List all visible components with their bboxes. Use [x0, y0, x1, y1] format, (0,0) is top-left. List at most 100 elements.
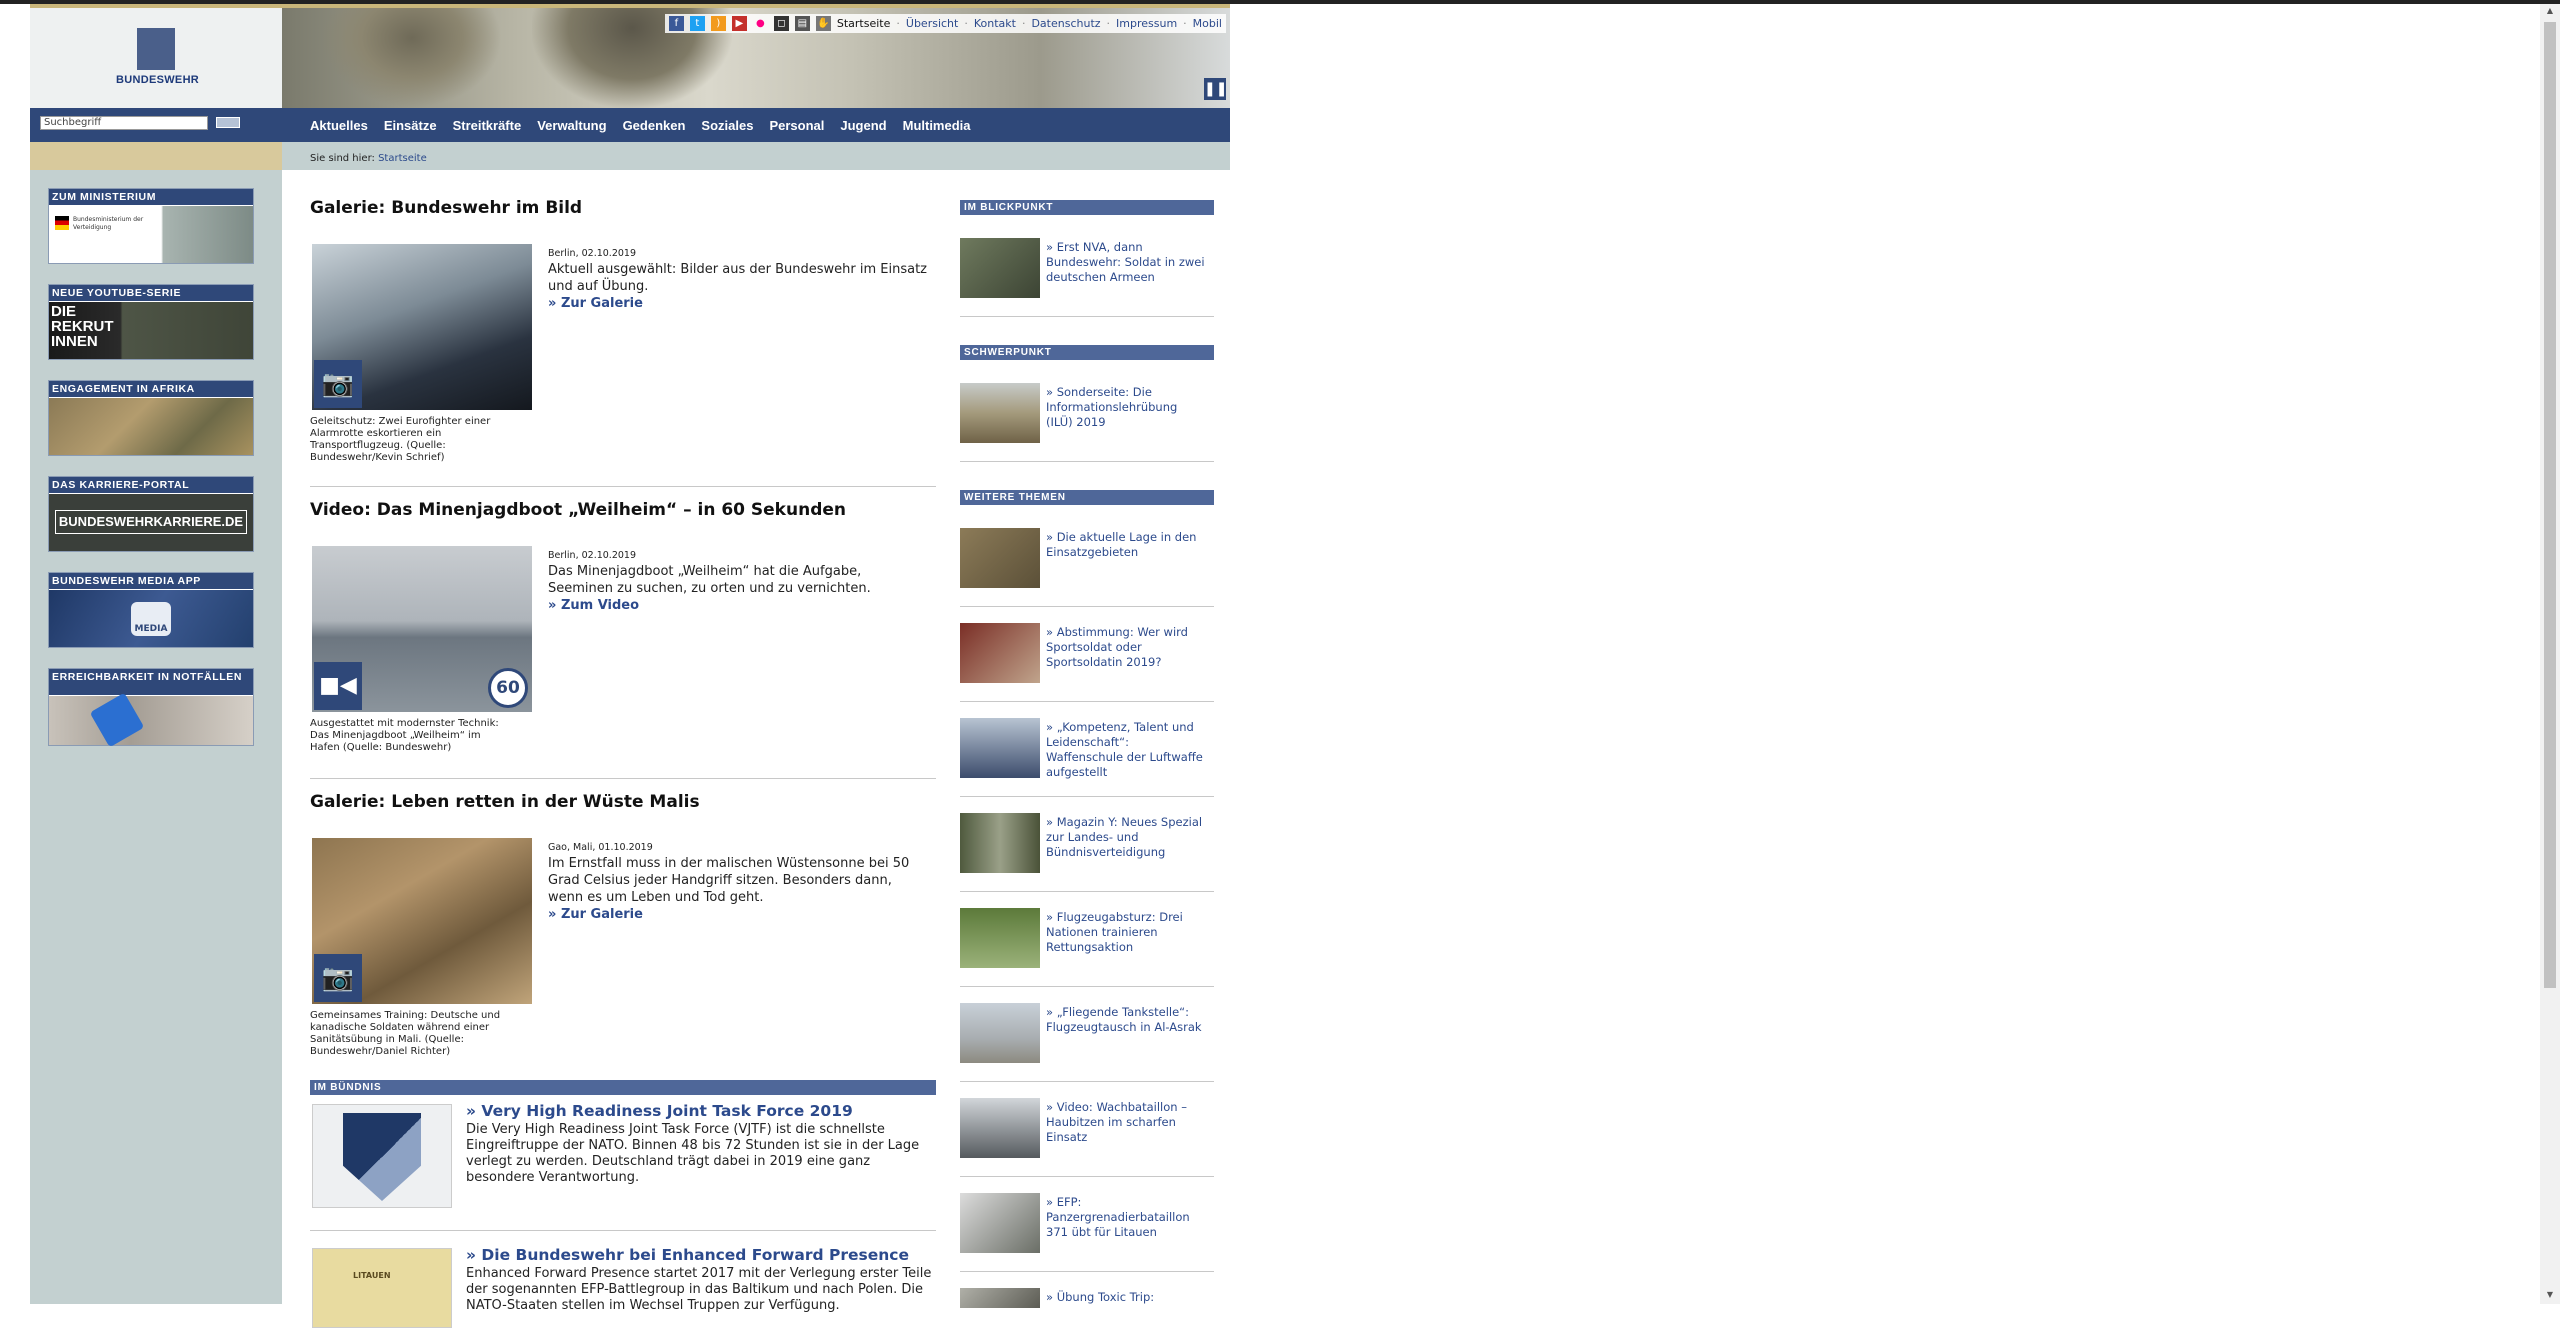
- menu-item-streitkraefte[interactable]: Streitkräfte: [453, 118, 522, 133]
- promo-image: MEDIA: [49, 590, 253, 647]
- article-more-link[interactable]: » Zur Galerie: [548, 296, 928, 311]
- promo-youtube-serie[interactable]: NEUE YOUTUBE-SERIE DIE REKRUT INNEN: [48, 284, 254, 360]
- article-teaser: Das Minenjagdboot „Weilheim“ hat die Auf…: [548, 564, 871, 596]
- menu-item-verwaltung[interactable]: Verwaltung: [537, 118, 606, 133]
- article-image[interactable]: 📷: [312, 838, 532, 1004]
- article-title[interactable]: Galerie: Bundeswehr im Bild: [310, 198, 936, 218]
- promo-erreichbarkeit[interactable]: ERREICHBARKEIT IN NOTFÄLLEN: [48, 668, 254, 748]
- section-header-blickpunkt: IM BLICKPUNKT: [960, 200, 1214, 215]
- sidebar-link[interactable]: » Abstimmung: Wer wird Sportsoldat oder …: [1046, 625, 1206, 670]
- menu-item-einsaetze[interactable]: Einsätze: [384, 118, 437, 133]
- sidebar-link[interactable]: » „Fliegende Tankstelle“: Flugzeugtausch…: [1046, 1005, 1206, 1035]
- sidebar-thumb[interactable]: [960, 908, 1040, 968]
- menu-item-multimedia[interactable]: Multimedia: [903, 118, 971, 133]
- sidebar-link[interactable]: » Magazin Y: Neues Spezial zur Landes- u…: [1046, 815, 1206, 860]
- article-image[interactable]: 📷: [312, 244, 532, 410]
- article-video-minenjagdboot: Video: Das Minenjagdboot „Weilheim“ – in…: [310, 500, 936, 753]
- sidebar-link[interactable]: » Übung Toxic Trip:: [1046, 1290, 1206, 1305]
- article-more-link[interactable]: » Zum Video: [548, 598, 928, 613]
- topnav-link-kontakt[interactable]: Kontakt: [974, 17, 1016, 30]
- divider: [960, 1081, 1214, 1082]
- sidebar-link[interactable]: » EFP: Panzergrenadierbataillon 371 übt …: [1046, 1195, 1206, 1240]
- sidebar-thumb[interactable]: [960, 623, 1040, 683]
- search-button[interactable]: [216, 117, 240, 128]
- buendnis-title[interactable]: » Very High Readiness Joint Task Force 2…: [466, 1102, 853, 1120]
- promo-header: ENGAGEMENT IN AFRIKA: [49, 381, 253, 397]
- buendnis-body: Die Very High Readiness Joint Task Force…: [466, 1122, 920, 1185]
- promo-media-app[interactable]: BUNDESWEHR MEDIA APP MEDIA: [48, 572, 254, 648]
- menu-item-soziales[interactable]: Soziales: [701, 118, 753, 133]
- nato-thumbnail[interactable]: [312, 1104, 452, 1208]
- topnav-link-mobil[interactable]: Mobil: [1193, 17, 1222, 30]
- top-utility-nav: f t ) ▶ ● ◻ ▤ ✋ Startseite · Übersicht ·…: [664, 14, 1226, 33]
- sidebar-thumb[interactable]: [960, 1098, 1040, 1158]
- youtube-icon[interactable]: ▶: [731, 16, 747, 31]
- phone-icon: [89, 692, 145, 748]
- menu-item-jugend[interactable]: Jugend: [840, 118, 886, 133]
- efp-map-thumbnail[interactable]: LITAUEN: [312, 1248, 452, 1328]
- sidebar-thumb[interactable]: [960, 1288, 1040, 1308]
- buendnis-title[interactable]: » Die Bundeswehr bei Enhanced Forward Pr…: [466, 1246, 909, 1264]
- divider: [960, 606, 1214, 607]
- section-header-buendnis: IM BÜNDNIS: [310, 1080, 936, 1095]
- breadcrumb-link-startseite[interactable]: Startseite: [378, 153, 427, 164]
- sidebar-link[interactable]: » „Kompetenz, Talent und Leidenschaft“: …: [1046, 720, 1206, 780]
- promo-header: BUNDESWEHR MEDIA APP: [49, 573, 253, 589]
- menu-item-personal[interactable]: Personal: [769, 118, 824, 133]
- sidebar-link[interactable]: » Erst NVA, dann Bundeswehr: Soldat in z…: [1046, 240, 1206, 285]
- scrollbar-thumb[interactable]: [2544, 22, 2556, 988]
- flag-icon: [55, 216, 69, 230]
- article-title[interactable]: Video: Das Minenjagdboot „Weilheim“ – in…: [310, 500, 936, 520]
- article-teaser: Aktuell ausgewählt: Bilder aus der Bunde…: [548, 262, 928, 294]
- article-meta: Gao, Mali, 01.10.2019 Im Ernstfall muss …: [548, 842, 928, 922]
- sidebar-thumb[interactable]: [960, 718, 1040, 778]
- topnav-link-impressum[interactable]: Impressum: [1116, 17, 1177, 30]
- topnav-link-startseite[interactable]: Startseite: [837, 17, 891, 30]
- sidebar-thumb[interactable]: [960, 1003, 1040, 1063]
- promo-karriere-portal[interactable]: DAS KARRIERE-PORTAL BUNDESWEHRKARRIERE.D…: [48, 476, 254, 552]
- promo-engagement-afrika[interactable]: ENGAGEMENT IN AFRIKA: [48, 380, 254, 456]
- article-more-link[interactable]: » Zur Galerie: [548, 907, 928, 922]
- topnav-link-uebersicht[interactable]: Übersicht: [906, 17, 958, 30]
- sidebar-thumb[interactable]: [960, 813, 1040, 873]
- section-header-weitere-themen: WEITERE THEMEN: [960, 490, 1214, 505]
- search-input[interactable]: Suchbegriff: [40, 116, 208, 130]
- scroll-down-arrow-icon[interactable]: ▼: [2544, 1290, 2556, 1302]
- twitter-icon[interactable]: t: [689, 16, 705, 31]
- facebook-icon[interactable]: f: [668, 16, 684, 31]
- buendnis-body: Enhanced Forward Presence startet 2017 m…: [466, 1266, 932, 1313]
- promo-ministerium[interactable]: ZUM MINISTERIUM Bundesministerium der Ve…: [48, 188, 254, 264]
- logo-area[interactable]: BUNDESWEHR: [30, 8, 282, 108]
- promo-sub: MEDIA: [131, 602, 171, 636]
- sidebar-thumb[interactable]: [960, 1193, 1040, 1253]
- header-banner: f t ) ▶ ● ◻ ▤ ✋ Startseite · Übersicht ·…: [282, 8, 1230, 108]
- article-image[interactable]: 60 ■◀: [312, 546, 532, 712]
- instagram-icon[interactable]: ◻: [773, 16, 789, 31]
- print-icon[interactable]: ▤: [794, 16, 810, 31]
- rss-icon[interactable]: ): [710, 16, 726, 31]
- promo-image: DIE REKRUT INNEN: [49, 302, 253, 359]
- breadcrumb: Sie sind hier: Startseite: [282, 142, 1230, 170]
- scroll-up-arrow-icon[interactable]: ▲: [2544, 6, 2556, 18]
- sidebar-link[interactable]: » Sonderseite: Die Informationslehrübung…: [1046, 385, 1206, 430]
- menu-item-gedenken[interactable]: Gedenken: [623, 118, 686, 133]
- sidebar-thumb[interactable]: [960, 383, 1040, 443]
- sidebar-link[interactable]: » Die aktuelle Lage in den Einsatzgebiet…: [1046, 530, 1206, 560]
- article-galerie-mali: Galerie: Leben retten in der Wüste Malis…: [310, 792, 936, 1057]
- accessibility-icon[interactable]: ✋: [815, 16, 831, 31]
- flickr-icon[interactable]: ●: [753, 16, 768, 31]
- sidebar-link[interactable]: » Flugzeugabsturz: Drei Nationen trainie…: [1046, 910, 1206, 955]
- sidebar-thumb[interactable]: [960, 238, 1040, 298]
- bundeswehr-logo[interactable]: BUNDESWEHR: [116, 28, 199, 86]
- sidebar-link[interactable]: » Video: Wachbataillon – Haubitzen im sc…: [1046, 1100, 1206, 1145]
- pause-slideshow-button[interactable]: ❚❚: [1204, 78, 1227, 100]
- menu-item-aktuelles[interactable]: Aktuelles: [310, 118, 368, 133]
- topnav-link-datenschutz[interactable]: Datenschutz: [1031, 17, 1100, 30]
- sidebar-thumb[interactable]: [960, 528, 1040, 588]
- promo-header: NEUE YOUTUBE-SERIE: [49, 285, 253, 301]
- page-scrollbar[interactable]: ▲ ▼: [2540, 4, 2560, 1304]
- image-caption: Gemeinsames Training: Deutsche und kanad…: [310, 1010, 501, 1057]
- promo-image: BUNDESWEHRKARRIERE.DE: [49, 494, 253, 551]
- article-title[interactable]: Galerie: Leben retten in der Wüste Malis: [310, 792, 936, 812]
- video-icon: ■◀: [314, 662, 362, 710]
